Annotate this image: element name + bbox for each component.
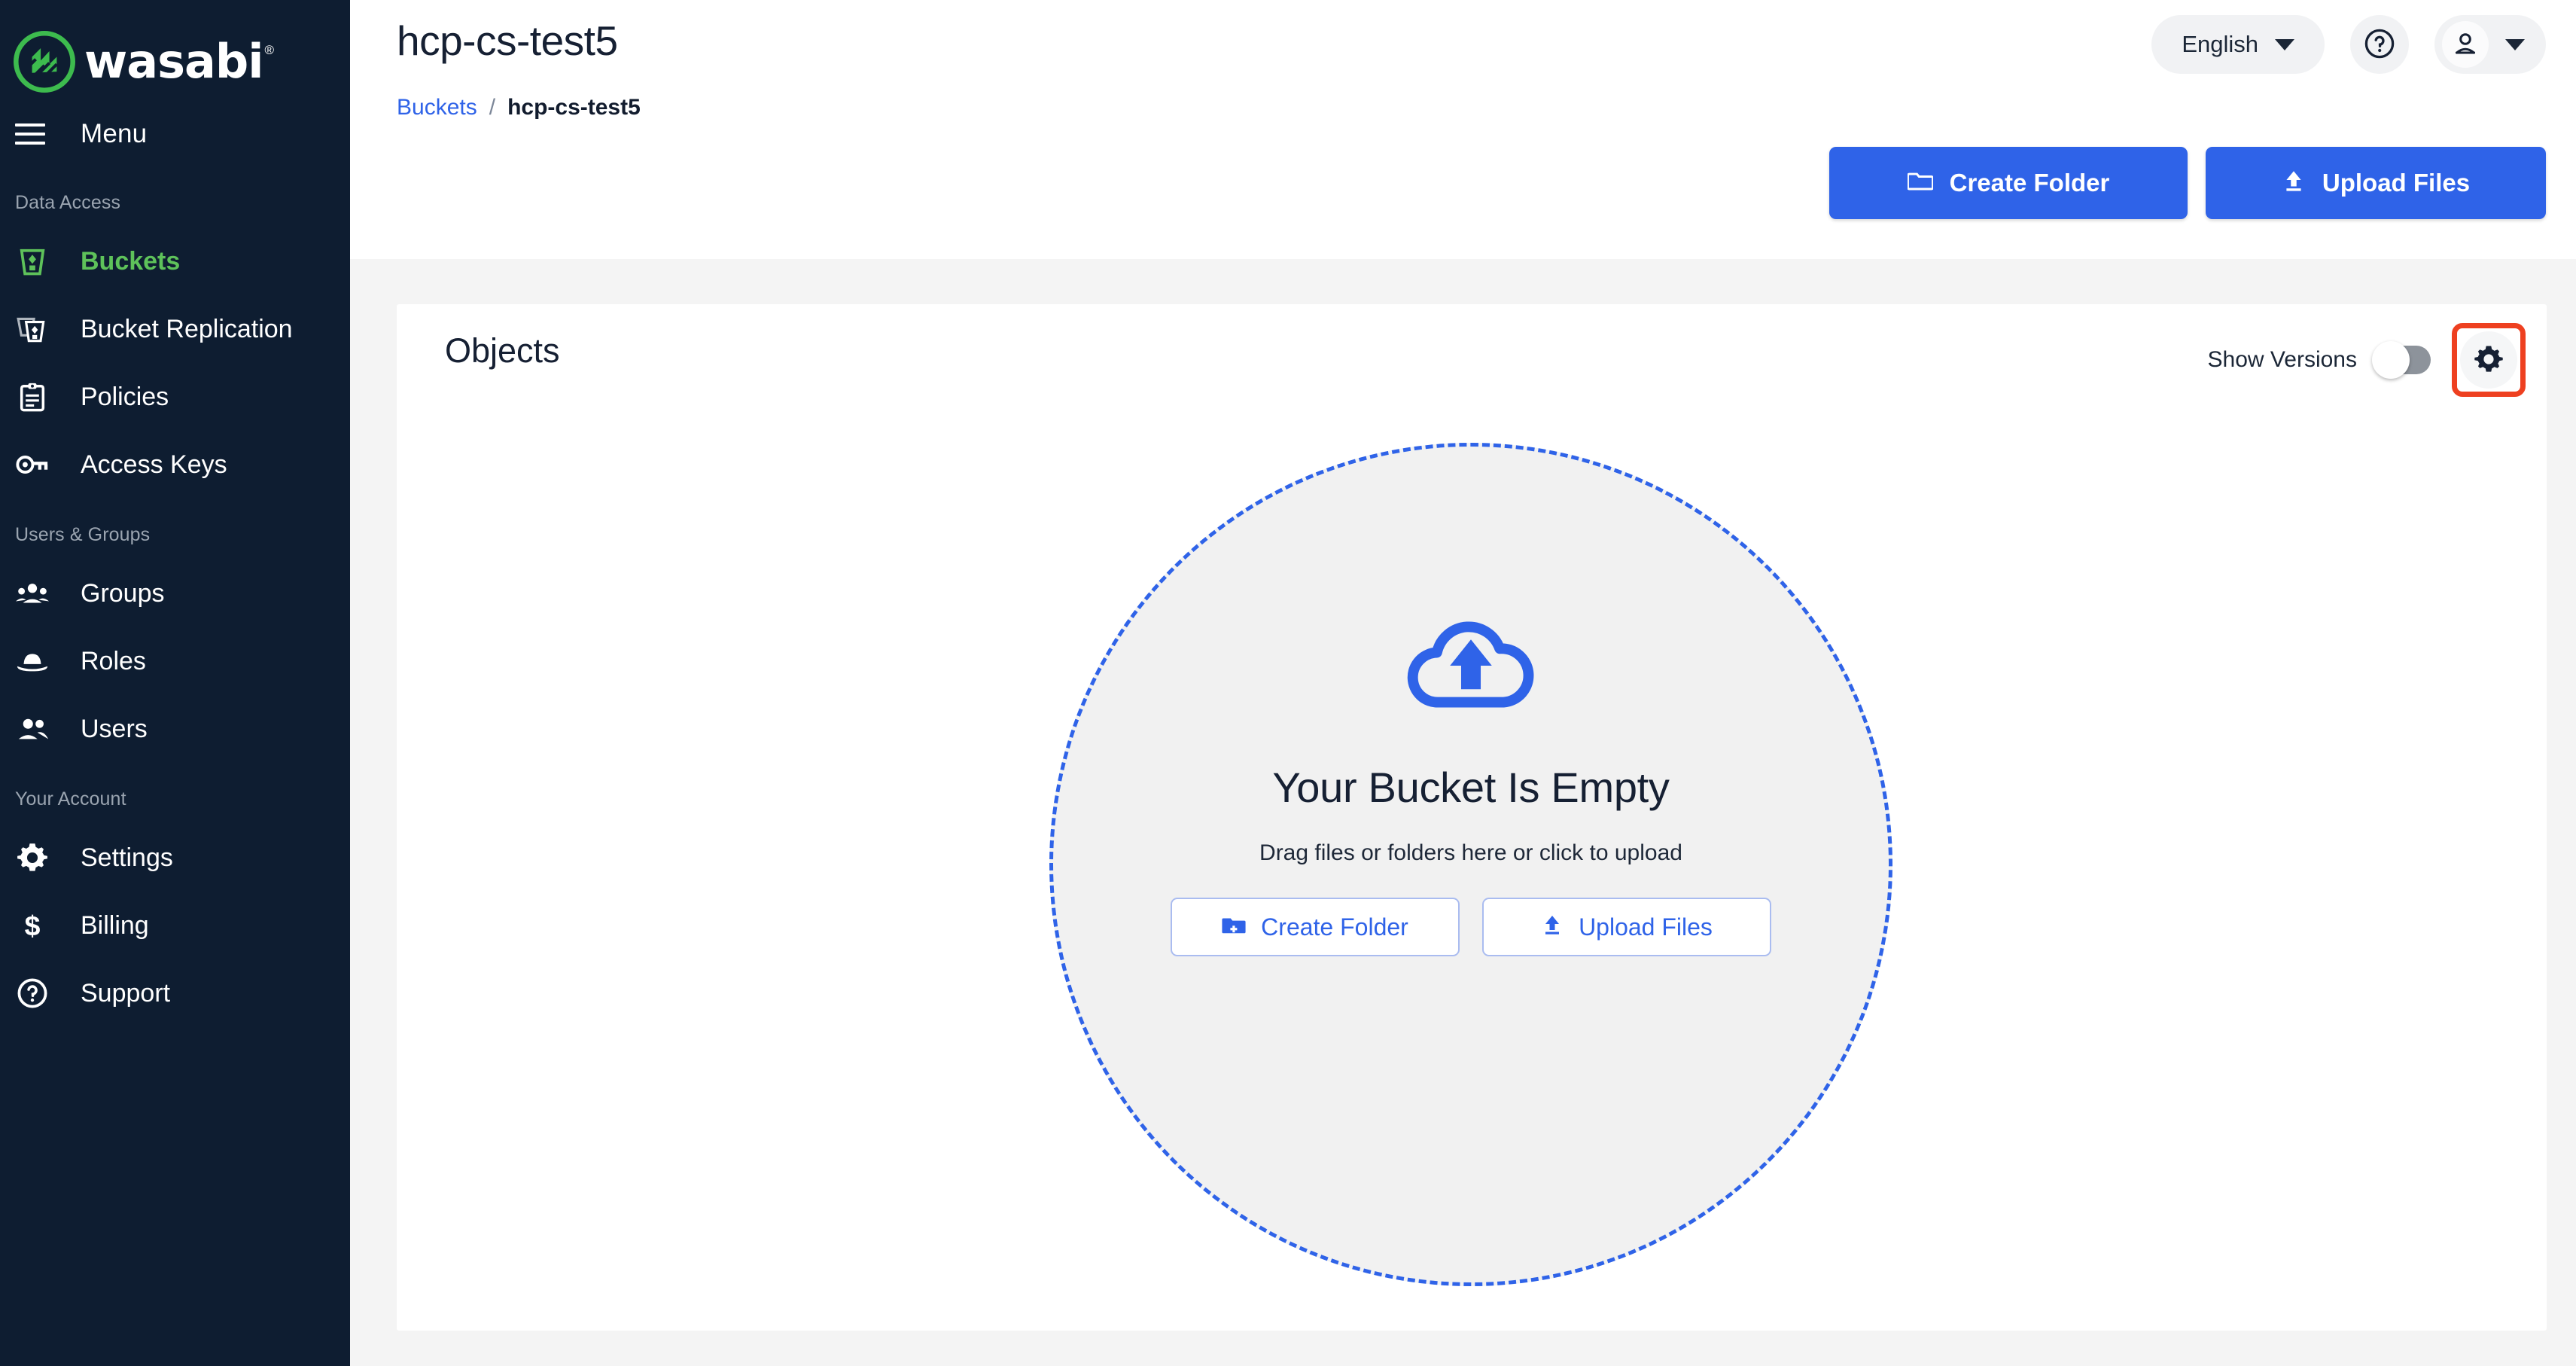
objects-settings-button[interactable] (2460, 331, 2517, 389)
sidebar-item-label: Groups (81, 578, 165, 608)
app-root: wasabi ® Menu Data Access Buckets Bucket… (0, 0, 2576, 1366)
empty-create-folder-button[interactable]: Create Folder (1171, 898, 1460, 956)
groups-icon (15, 576, 50, 611)
bucket-icon (15, 244, 50, 279)
upload-files-button[interactable]: Upload Files (2206, 147, 2546, 219)
menu-toggle[interactable]: Menu (0, 102, 350, 166)
sidebar-item-label: Users (81, 714, 148, 743)
sidebar-item-buckets[interactable]: Buckets (0, 227, 350, 295)
toggle-knob (2372, 341, 2410, 379)
question-circle-icon (15, 976, 50, 1011)
language-selector[interactable]: English (2151, 15, 2325, 74)
bucket-replication-icon (15, 312, 50, 346)
main-content: hcp-cs-test5 Buckets / hcp-cs-test5 Engl… (350, 0, 2576, 1366)
empty-state-title: Your Bucket Is Empty (1272, 764, 1670, 811)
objects-panel-tools: Show Versions (2208, 323, 2526, 397)
dollar-icon: $ (15, 908, 50, 943)
sidebar-item-settings[interactable]: Settings (0, 824, 350, 892)
breadcrumb: Buckets / hcp-cs-test5 (397, 95, 641, 120)
sidebar-item-label: Policies (81, 382, 169, 411)
empty-upload-files-button[interactable]: Upload Files (1482, 898, 1771, 956)
upload-icon (2282, 168, 2306, 198)
wasabi-logo-icon (14, 30, 75, 93)
breadcrumb-current: hcp-cs-test5 (507, 95, 641, 120)
sidebar: wasabi ® Menu Data Access Buckets Bucket… (0, 0, 350, 1366)
sidebar-item-users[interactable]: Users (0, 695, 350, 763)
sidebar-item-label: Roles (81, 646, 146, 675)
settings-button-highlight (2452, 323, 2526, 397)
sidebar-item-access-keys[interactable]: Access Keys (0, 431, 350, 499)
sidebar-item-billing[interactable]: $ Billing (0, 892, 350, 959)
avatar (2442, 21, 2489, 68)
menu-label: Menu (81, 119, 148, 148)
hamburger-icon (15, 123, 45, 145)
person-icon (2450, 29, 2480, 61)
top-bar: hcp-cs-test5 Buckets / hcp-cs-test5 Engl… (350, 0, 2576, 259)
brand-logo[interactable]: wasabi ® (0, 0, 350, 102)
help-button[interactable] (2350, 15, 2409, 74)
gear-icon (15, 840, 50, 875)
sidebar-item-label: Billing (81, 910, 149, 940)
show-versions-label: Show Versions (2207, 347, 2357, 372)
create-folder-button[interactable]: Create Folder (1829, 147, 2188, 219)
svg-text:$: $ (25, 910, 41, 941)
breadcrumb-link-buckets[interactable]: Buckets (397, 95, 477, 120)
sidebar-item-label: Support (81, 978, 171, 1008)
folder-add-icon (1222, 913, 1246, 941)
empty-create-folder-label: Create Folder (1261, 913, 1408, 941)
create-folder-label: Create Folder (1949, 169, 2110, 197)
folder-icon (1906, 169, 1934, 197)
header-controls: English (2151, 15, 2546, 74)
sidebar-item-support[interactable]: Support (0, 959, 350, 1027)
empty-state-subtitle: Drag files or folders here or click to u… (1259, 840, 1682, 865)
brand-name: wasabi (84, 33, 263, 89)
upload-dropzone[interactable]: Your Bucket Is Empty Drag files or folde… (1049, 443, 1892, 1286)
chevron-down-icon (2505, 38, 2525, 50)
action-bar: Create Folder Upload Files (1829, 147, 2546, 219)
sidebar-item-label: Bucket Replication (81, 314, 293, 343)
sidebar-item-label: Buckets (81, 246, 181, 276)
hat-icon (15, 644, 50, 678)
objects-panel: Objects Show Versions Your Bucket Is Emp… (397, 304, 2547, 1331)
sidebar-item-policies[interactable]: Policies (0, 363, 350, 431)
breadcrumb-separator: / (489, 95, 496, 120)
page-title: hcp-cs-test5 (397, 17, 618, 64)
sidebar-item-label: Settings (81, 843, 173, 872)
language-label: English (2182, 31, 2258, 57)
objects-panel-header: Objects Show Versions (397, 304, 2547, 410)
cloud-upload-icon (1404, 611, 1538, 710)
chevron-down-icon (2275, 38, 2294, 50)
sidebar-item-roles[interactable]: Roles (0, 627, 350, 695)
question-circle-icon (2363, 27, 2396, 63)
gear-icon (2474, 344, 2504, 377)
sidebar-item-bucket-replication[interactable]: Bucket Replication (0, 295, 350, 363)
empty-upload-files-label: Upload Files (1579, 913, 1713, 941)
users-icon (15, 712, 50, 746)
upload-icon (1541, 913, 1564, 941)
sidebar-section-your-account: Your Account (15, 788, 126, 810)
upload-files-label: Upload Files (2322, 169, 2471, 197)
empty-state-actions: Create Folder Upload Files (1171, 898, 1771, 956)
key-icon (15, 447, 50, 482)
sidebar-item-groups[interactable]: Groups (0, 560, 350, 627)
sidebar-item-label: Access Keys (81, 450, 227, 479)
clipboard-icon (15, 380, 50, 414)
show-versions-toggle[interactable] (2372, 341, 2431, 379)
objects-title: Objects (445, 331, 560, 370)
registered-mark: ® (264, 42, 275, 57)
sidebar-section-data-access: Data Access (15, 192, 121, 213)
sidebar-section-users-groups: Users & Groups (15, 524, 151, 545)
account-menu-button[interactable] (2434, 15, 2546, 74)
